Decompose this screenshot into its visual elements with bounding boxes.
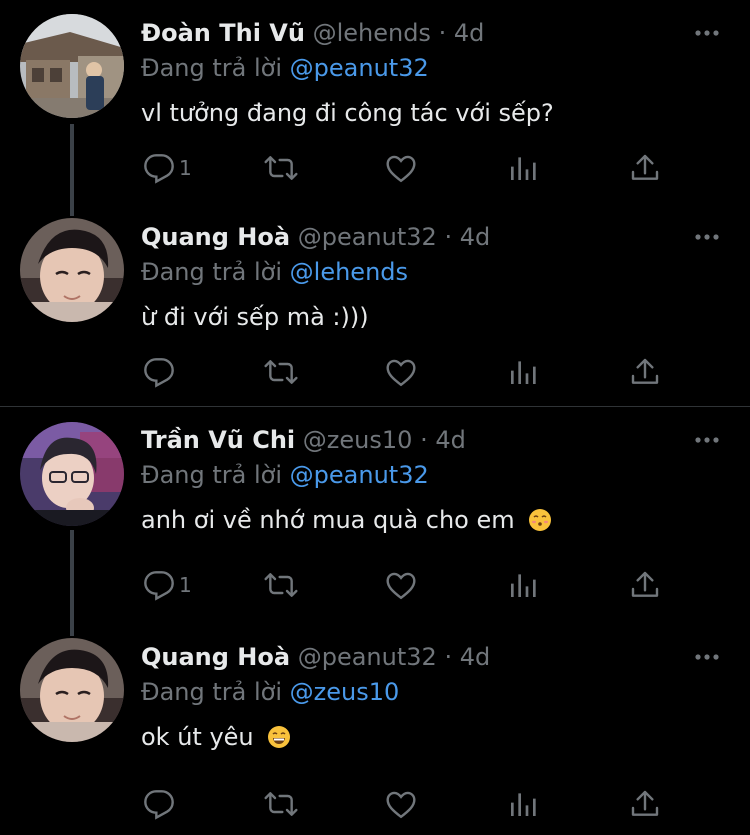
heart-icon <box>386 572 416 600</box>
more-icon[interactable] <box>694 644 720 670</box>
retweet-button[interactable] <box>263 786 299 822</box>
share-icon <box>631 358 659 384</box>
heart-icon <box>386 791 416 819</box>
more-icon[interactable] <box>694 20 720 46</box>
replying-to: Đang trả lời @lehends <box>141 256 408 288</box>
username[interactable]: @zeus10 <box>303 426 413 454</box>
action-bar <box>141 354 681 390</box>
timestamp[interactable]: 4d <box>460 223 491 251</box>
separator-dot: · <box>444 223 453 251</box>
retweet-icon <box>264 573 298 597</box>
analytics-button[interactable] <box>507 354 539 390</box>
timestamp[interactable]: 4d <box>460 643 491 671</box>
mention-link[interactable]: @zeus10 <box>290 678 400 706</box>
username[interactable]: @peanut32 <box>298 223 437 251</box>
avatar[interactable] <box>20 218 124 322</box>
display-name[interactable]: Quang Hoà <box>141 643 290 671</box>
separator-dot: · <box>444 643 453 671</box>
retweet-icon <box>264 156 298 180</box>
replying-to-label: Đang trả lời <box>141 678 283 706</box>
analytics-button[interactable] <box>507 786 539 822</box>
kissing-face-emoji-icon <box>529 509 552 531</box>
reply-icon <box>144 358 174 388</box>
avatar[interactable] <box>20 638 124 742</box>
tweet-text: ok út yêu <box>141 720 291 754</box>
share-icon <box>631 154 659 180</box>
tweet[interactable]: Quang Hoà @peanut32 · 4d Đang trả lời @z… <box>0 624 750 835</box>
replying-to: Đang trả lời @peanut32 <box>141 459 429 491</box>
tweet-header: Đoàn Thi Vũ @lehends · 4d <box>141 17 484 49</box>
username[interactable]: @peanut32 <box>298 643 437 671</box>
grinning-face-emoji-icon <box>268 726 291 748</box>
analytics-button[interactable] <box>507 150 539 186</box>
reply-icon <box>144 571 174 601</box>
reply-button[interactable]: 1 <box>143 567 192 603</box>
separator-dot: · <box>438 19 447 47</box>
retweet-button[interactable] <box>263 150 299 186</box>
tweet-text-content: anh ơi về nhớ mua quà cho em <box>141 506 515 534</box>
tweet[interactable]: Đoàn Thi Vũ @lehends · 4d Đang trả lời @… <box>0 0 750 204</box>
retweet-button[interactable] <box>263 567 299 603</box>
reply-icon <box>144 790 174 820</box>
replying-to: Đang trả lời @peanut32 <box>141 52 429 84</box>
share-button[interactable] <box>629 150 661 186</box>
tweet-header: Quang Hoà @peanut32 · 4d <box>141 641 490 673</box>
reply-count: 1 <box>179 156 192 180</box>
like-button[interactable] <box>385 567 417 603</box>
analytics-button[interactable] <box>507 567 539 603</box>
replying-to-label: Đang trả lời <box>141 54 283 82</box>
tweet-text-content: ok út yêu <box>141 723 254 751</box>
action-bar: 1 <box>141 150 681 186</box>
like-button[interactable] <box>385 786 417 822</box>
analytics-icon <box>511 157 536 180</box>
tweet[interactable]: Quang Hoà @peanut32 · 4d Đang trả lời @l… <box>0 204 750 406</box>
reply-button[interactable]: 1 <box>143 150 192 186</box>
avatar[interactable] <box>20 14 124 118</box>
replying-to: Đang trả lời @zeus10 <box>141 676 399 708</box>
reply-icon <box>144 154 174 184</box>
tweet-header: Quang Hoà @peanut32 · 4d <box>141 221 490 253</box>
separator-dot: · <box>420 426 428 454</box>
mention-link[interactable]: @peanut32 <box>290 461 429 489</box>
display-name[interactable]: Trần Vũ Chi <box>141 426 295 454</box>
retweet-button[interactable] <box>263 354 299 390</box>
tweet-text: ừ đi với sếp mà :))) <box>141 303 369 331</box>
like-button[interactable] <box>385 354 417 390</box>
heart-icon <box>386 359 416 387</box>
mention-link[interactable]: @lehends <box>290 258 408 286</box>
tweet-header: Trần Vũ Chi @zeus10 · 4d <box>141 424 466 456</box>
replying-to-label: Đang trả lời <box>141 258 283 286</box>
reply-button[interactable] <box>143 354 179 390</box>
username[interactable]: @lehends <box>313 19 431 47</box>
retweet-icon <box>264 360 298 384</box>
timestamp[interactable]: 4d <box>435 426 466 454</box>
analytics-icon <box>511 574 536 597</box>
share-button[interactable] <box>629 354 661 390</box>
analytics-icon <box>511 361 536 384</box>
mention-link[interactable]: @peanut32 <box>290 54 429 82</box>
like-button[interactable] <box>385 150 417 186</box>
retweet-icon <box>264 792 298 816</box>
tweet-text: vl tưởng đang đi công tác với sếp? <box>141 99 554 127</box>
display-name[interactable]: Đoàn Thi Vũ <box>141 19 305 47</box>
reply-button[interactable] <box>143 786 179 822</box>
heart-icon <box>386 155 416 183</box>
avatar[interactable] <box>20 422 124 526</box>
share-button[interactable] <box>629 567 661 603</box>
timestamp[interactable]: 4d <box>454 19 485 47</box>
share-button[interactable] <box>629 786 661 822</box>
tweet[interactable]: Trần Vũ Chi @zeus10 · 4d Đang trả lời @p… <box>0 407 750 625</box>
display-name[interactable]: Quang Hoà <box>141 223 290 251</box>
more-icon[interactable] <box>694 224 720 250</box>
action-bar: 1 <box>141 567 681 603</box>
replying-to-label: Đang trả lời <box>141 461 283 489</box>
share-icon <box>631 571 659 597</box>
share-icon <box>631 790 659 816</box>
tweet-text: anh ơi về nhớ mua quà cho em <box>141 503 552 537</box>
more-icon[interactable] <box>694 427 720 453</box>
analytics-icon <box>511 793 536 816</box>
reply-count: 1 <box>179 573 192 597</box>
action-bar <box>141 786 681 822</box>
